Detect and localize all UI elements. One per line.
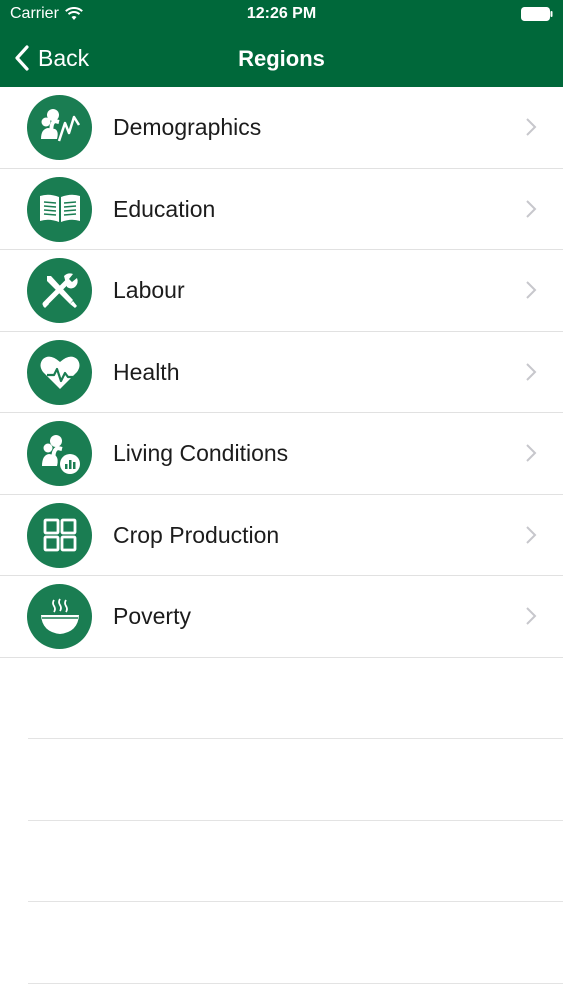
demographics-icon xyxy=(27,95,92,160)
list-item-label: Living Conditions xyxy=(113,440,289,466)
chevron-right-icon xyxy=(526,525,537,544)
grid-icon xyxy=(27,502,92,568)
tools-icon xyxy=(27,258,92,323)
list-item-demographics[interactable]: Demographics xyxy=(0,87,563,169)
list-item-health[interactable]: Health xyxy=(0,332,563,413)
header: Carrier 12:26 PM Back Regions xyxy=(0,0,563,87)
list-item-crop-production[interactable]: Crop Production xyxy=(0,495,563,576)
list-item-poverty[interactable]: Poverty xyxy=(0,576,563,658)
category-list: Demographics Education Labour Health Liv… xyxy=(0,87,563,658)
battery-icon xyxy=(521,7,553,21)
empty-row-separator xyxy=(28,820,563,821)
list-item-label: Demographics xyxy=(113,114,262,140)
chevron-right-icon xyxy=(526,444,537,462)
list-item-label: Labour xyxy=(113,277,185,303)
chevron-right-icon xyxy=(526,118,537,136)
people-chart-icon xyxy=(27,421,92,486)
chevron-right-icon xyxy=(526,362,537,381)
status-time: 12:26 PM xyxy=(246,5,317,22)
empty-row-separator xyxy=(28,901,563,902)
list-item-label: Education xyxy=(113,195,216,222)
open-book-icon xyxy=(27,176,92,242)
chevron-right-icon xyxy=(526,199,537,218)
empty-row-separator xyxy=(28,738,563,739)
list-item-living-conditions[interactable]: Living Conditions xyxy=(0,413,563,495)
status-bar: Carrier 12:26 PM xyxy=(0,0,563,30)
list-item-education[interactable]: Education xyxy=(0,169,563,250)
chevron-right-icon xyxy=(526,281,537,299)
list-item-labour[interactable]: Labour xyxy=(0,250,563,332)
chevron-right-icon xyxy=(526,607,537,625)
list-item-label: Poverty xyxy=(113,603,191,629)
empty-row-separator xyxy=(28,983,563,984)
list-item-label: Health xyxy=(113,358,180,385)
page-title: Regions xyxy=(238,46,325,71)
list-item-label: Crop Production xyxy=(113,521,280,548)
heart-pulse-icon xyxy=(27,339,92,405)
bowl-icon xyxy=(27,584,92,649)
navigation-bar: Back Regions xyxy=(0,30,563,87)
